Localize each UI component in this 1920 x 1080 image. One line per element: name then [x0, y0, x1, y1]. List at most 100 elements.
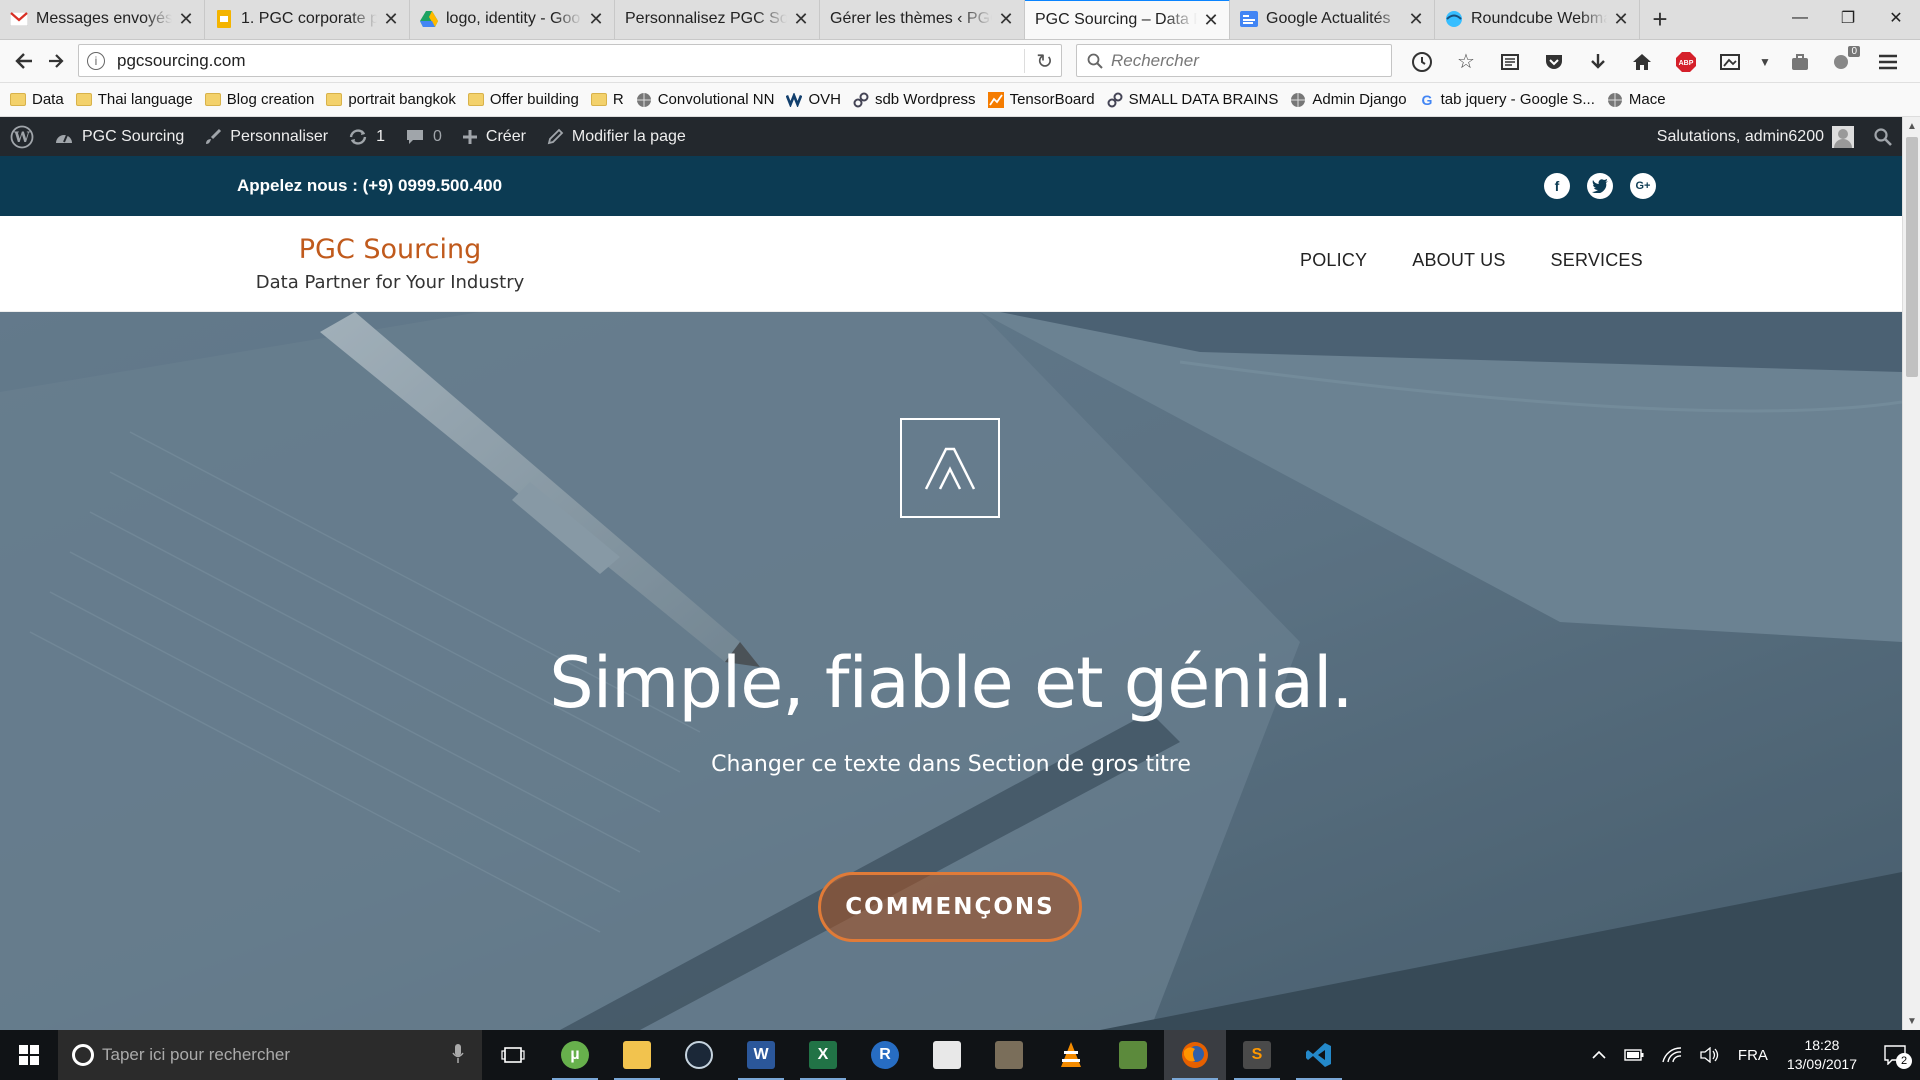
- url-bar[interactable]: i pgcsourcing.com ↻: [78, 44, 1062, 77]
- bookmark-folder[interactable]: portrait bangkok: [326, 91, 456, 108]
- bookmark-link[interactable]: Admin Django: [1290, 91, 1407, 108]
- download-icon[interactable]: [1576, 40, 1620, 83]
- home-icon[interactable]: [1620, 40, 1664, 83]
- browser-tab[interactable]: Gérer les thèmes ‹ PGC S ✕: [820, 0, 1025, 39]
- bookmark-link[interactable]: OVH: [786, 91, 841, 108]
- search-placeholder: Rechercher: [1111, 50, 1199, 70]
- nav-item-services[interactable]: SERVICES: [1551, 250, 1643, 271]
- minimize-button[interactable]: —: [1776, 0, 1824, 36]
- browser-tab[interactable]: Personnalisez PGC Sourc ✕: [615, 0, 820, 39]
- volume-icon[interactable]: [1700, 1047, 1720, 1063]
- adblock-icon[interactable]: ABP: [1664, 40, 1708, 83]
- info-icon[interactable]: i: [87, 51, 105, 70]
- battery-icon[interactable]: [1624, 1049, 1644, 1061]
- reading-list-icon[interactable]: [1488, 40, 1532, 83]
- clock[interactable]: 18:28 13/09/2017: [1787, 1036, 1857, 1074]
- microphone-icon[interactable]: [452, 1044, 464, 1064]
- forward-button[interactable]: [40, 45, 72, 77]
- wp-search-button[interactable]: [1864, 117, 1902, 156]
- taskbar-app-vscode[interactable]: [1288, 1030, 1350, 1080]
- scroll-down-arrow-icon[interactable]: ▼: [1903, 1012, 1920, 1030]
- taskbar-app-r[interactable]: R: [854, 1030, 916, 1080]
- news-icon: [1240, 10, 1258, 28]
- taskbar-app-word[interactable]: W: [730, 1030, 792, 1080]
- bookmark-folder[interactable]: R: [590, 91, 624, 108]
- close-tab-icon[interactable]: ✕: [588, 9, 604, 29]
- close-tab-icon[interactable]: ✕: [793, 9, 809, 29]
- taskbar-app-steam[interactable]: [668, 1030, 730, 1080]
- taskbar-app-firefox[interactable]: [1164, 1030, 1226, 1080]
- facebook-icon[interactable]: f: [1544, 173, 1570, 199]
- restore-button[interactable]: ❐: [1824, 0, 1872, 36]
- wordpress-logo-button[interactable]: W: [0, 117, 44, 156]
- pocket-icon[interactable]: [1532, 40, 1576, 83]
- briefcase-icon[interactable]: [1778, 40, 1822, 83]
- bookmark-folder[interactable]: Blog creation: [204, 91, 314, 108]
- browser-tab[interactable]: 1. PGC corporate pr ✕: [205, 0, 410, 39]
- search-bar[interactable]: Rechercher: [1076, 44, 1392, 77]
- reload-icon[interactable]: ↻: [1036, 49, 1053, 74]
- scroll-up-arrow-icon[interactable]: ▲: [1903, 117, 1920, 135]
- close-tab-icon[interactable]: ✕: [1408, 9, 1424, 29]
- bookmark-link[interactable]: Mace: [1607, 91, 1666, 108]
- nav-item-about-us[interactable]: ABOUT US: [1412, 250, 1505, 271]
- taskbar-app-utorrent[interactable]: µ: [544, 1030, 606, 1080]
- taskbar-app-file-explorer[interactable]: [606, 1030, 668, 1080]
- action-center-icon[interactable]: 2: [1884, 1045, 1912, 1069]
- nav-item-policy[interactable]: POLICY: [1300, 250, 1367, 271]
- start-button[interactable]: [0, 1030, 58, 1080]
- wp-customize-button[interactable]: Personnaliser: [194, 117, 338, 156]
- browser-tab[interactable]: logo, identity - Goo ✕: [410, 0, 615, 39]
- page-scrollbar[interactable]: ▲ ▼: [1902, 117, 1920, 1030]
- close-tab-icon[interactable]: ✕: [1613, 9, 1629, 29]
- wp-account-button[interactable]: Salutations, admin6200: [1647, 117, 1864, 156]
- scrollbar-thumb[interactable]: [1906, 137, 1918, 377]
- twitter-icon[interactable]: [1587, 173, 1613, 199]
- wp-edit-page-button[interactable]: Modifier la page: [536, 117, 696, 156]
- bookmark-folder[interactable]: Thai language: [75, 91, 193, 108]
- task-view-button[interactable]: [482, 1030, 544, 1080]
- close-tab-icon[interactable]: ✕: [998, 9, 1014, 29]
- taskbar-search-box[interactable]: Taper ici pour rechercher: [58, 1030, 482, 1080]
- browser-tab[interactable]: Roundcube Webma ✕: [1435, 0, 1640, 39]
- taskbar-app-monitor[interactable]: [1102, 1030, 1164, 1080]
- input-language[interactable]: FRA: [1738, 1047, 1768, 1064]
- new-tab-button[interactable]: +: [1640, 0, 1680, 39]
- history-icon[interactable]: [1400, 40, 1444, 83]
- wp-site-name-button[interactable]: PGC Sourcing: [44, 117, 194, 156]
- bookmark-link[interactable]: Gtab jquery - Google S...: [1419, 91, 1595, 108]
- browser-tab-active[interactable]: PGC Sourcing – Data Pa ✕: [1025, 0, 1230, 39]
- menu-hamburger-icon[interactable]: [1866, 40, 1910, 83]
- taskbar-app-excel[interactable]: X: [792, 1030, 854, 1080]
- taskbar-app-vlc[interactable]: [1040, 1030, 1102, 1080]
- taskbar-app-gimp[interactable]: [978, 1030, 1040, 1080]
- browser-tab[interactable]: Google Actualités ✕: [1230, 0, 1435, 39]
- back-button[interactable]: [8, 45, 40, 77]
- bookmark-link[interactable]: SMALL DATA BRAINS: [1107, 91, 1278, 108]
- taskbar-app-sublime[interactable]: S: [1226, 1030, 1288, 1080]
- google-plus-icon[interactable]: G+: [1630, 173, 1656, 199]
- taskbar-app-publisher[interactable]: [916, 1030, 978, 1080]
- close-window-button[interactable]: ✕: [1872, 0, 1920, 36]
- wp-comments-button[interactable]: 0: [395, 117, 452, 156]
- bookmark-link[interactable]: Convolutional NN: [636, 91, 774, 108]
- wp-create-button[interactable]: Créer: [452, 117, 536, 156]
- wifi-icon[interactable]: [1662, 1047, 1682, 1063]
- bookmark-link[interactable]: TensorBoard: [987, 91, 1095, 108]
- clock-time: 18:28: [1804, 1037, 1840, 1053]
- bookmark-folder[interactable]: Offer building: [467, 91, 579, 108]
- wp-updates-button[interactable]: 1: [338, 117, 395, 156]
- close-tab-icon[interactable]: ✕: [178, 9, 194, 29]
- dropdown-arrow-icon[interactable]: ▼: [1752, 40, 1778, 83]
- show-hidden-icons-chevron-icon[interactable]: [1592, 1050, 1606, 1060]
- extension-badge-icon[interactable]: 0: [1822, 40, 1866, 83]
- site-title[interactable]: PGC Sourcing: [250, 234, 530, 265]
- close-tab-icon[interactable]: ✕: [1203, 10, 1219, 30]
- screenshot-icon[interactable]: [1708, 40, 1752, 83]
- browser-tab[interactable]: Messages envoyés ✕: [0, 0, 205, 39]
- get-started-button[interactable]: COMMENÇONS: [818, 872, 1082, 942]
- bookmark-link[interactable]: sdb Wordpress: [853, 91, 976, 108]
- bookmark-folder[interactable]: Data: [10, 91, 64, 108]
- bookmark-star-icon[interactable]: ☆: [1444, 40, 1488, 83]
- close-tab-icon[interactable]: ✕: [383, 9, 399, 29]
